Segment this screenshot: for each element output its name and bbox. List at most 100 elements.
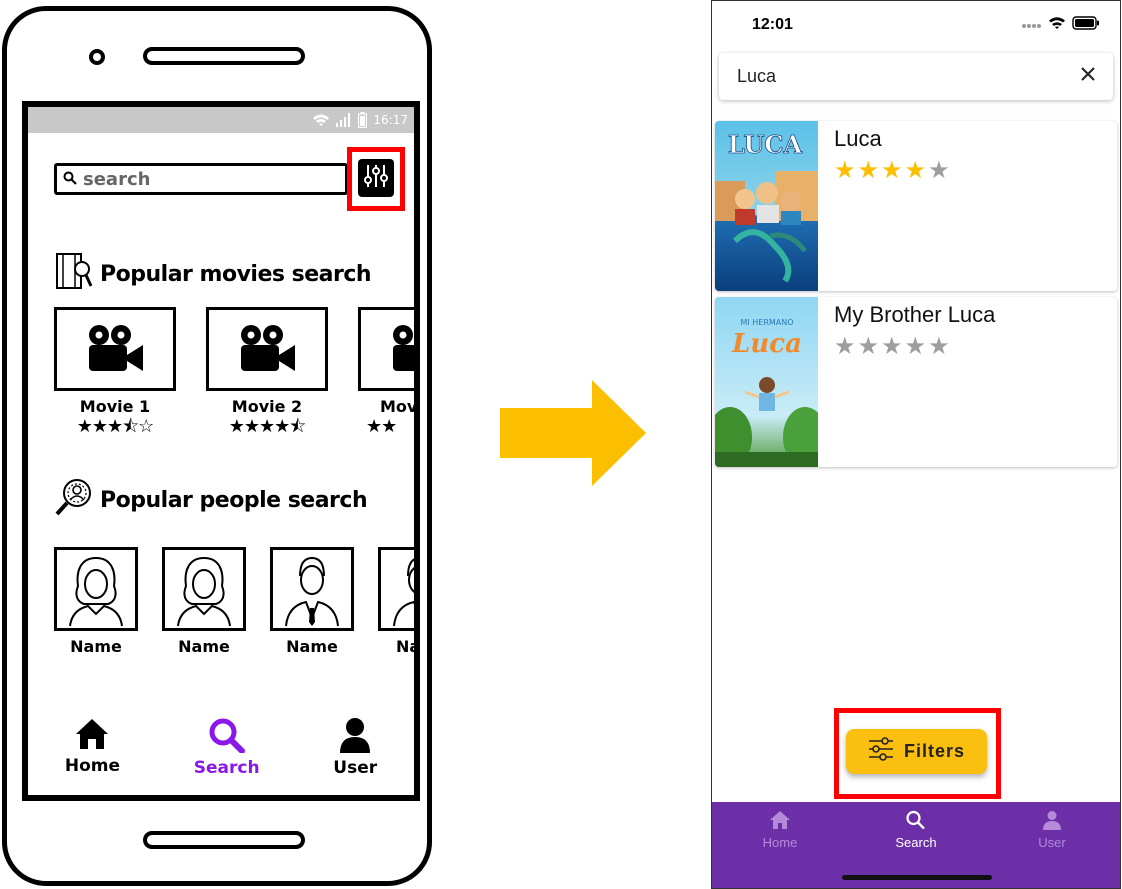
battery-icon: [358, 112, 368, 128]
wireframe-person-name: Name: [286, 637, 338, 656]
woman-avatar-icon: [162, 547, 246, 631]
wireframe-nav-search[interactable]: Search: [194, 717, 260, 778]
nav-user-label: User: [1038, 835, 1066, 850]
search-icon: [208, 717, 246, 758]
poster-luca: LUCA: [715, 121, 818, 291]
wireframe-person-name: Na: [396, 637, 420, 656]
popular-people-heading: Popular people search: [54, 477, 368, 523]
movie-camera-icon: [358, 307, 414, 391]
home-button-outline: [143, 831, 305, 849]
wireframe-movie-name: Movie 1: [79, 397, 151, 416]
wireframe-movie-rating: ★★★★⯪: [228, 416, 307, 436]
sliders-icon: [363, 163, 389, 194]
wireframe-bottom-nav: Home Search User: [28, 717, 414, 778]
wireframe-nav-user[interactable]: User: [333, 717, 377, 778]
right-arrow-icon: [498, 378, 648, 493]
app-search-bar: [719, 53, 1113, 100]
result-info: Luca ★ ★ ★ ★ ★: [818, 121, 950, 291]
star-empty-icon: ★: [881, 333, 903, 360]
wireframe-person-card[interactable]: Name: [270, 547, 354, 656]
nav-home[interactable]: Home: [735, 810, 825, 850]
result-rating: ★ ★ ★ ★ ★: [834, 159, 950, 183]
star-empty-icon: ★: [834, 333, 856, 360]
wireframe-screen: 16:17 search Popular movies search Movie…: [22, 101, 420, 801]
wireframe-movie-rating: ★★★⯪☆: [76, 416, 155, 436]
movie-camera-icon: [54, 307, 176, 391]
wireframe-person-card[interactable]: Name: [54, 547, 138, 656]
app-status-bar: 12:01: [712, 1, 1120, 49]
wireframe-search-row: search: [54, 163, 348, 195]
wireframe-nav-home-label: Home: [64, 756, 121, 776]
poster-subtitle-text: MI HERMANO: [740, 318, 793, 327]
result-card[interactable]: LUCA Luca ★ ★ ★ ★ ★: [715, 121, 1117, 291]
wireframe-person-name: Name: [178, 637, 230, 656]
star-filled-icon: ★: [857, 157, 880, 184]
search-icon: [63, 169, 77, 190]
popular-people-title: Popular people search: [100, 487, 368, 513]
search-icon: [905, 810, 927, 833]
result-card[interactable]: MI HERMANO Luca My Brother Luca ★ ★ ★ ★ …: [715, 297, 1117, 467]
wireframe-people-list: Name Name Name Na: [54, 547, 420, 656]
signal-icon: [1022, 16, 1042, 34]
user-icon: [1042, 810, 1062, 833]
star-empty-icon: ★: [928, 157, 950, 184]
popular-movies-heading: Popular movies search: [54, 251, 372, 297]
search-results: LUCA Luca ★ ★ ★ ★ ★ MI HERMANO Luca My B…: [715, 121, 1117, 473]
wireframe-person-name: Name: [70, 637, 122, 656]
film-search-icon: [54, 251, 94, 297]
wireframe-movie-card[interactable]: Movie 1 ★★★⯪☆: [54, 307, 176, 436]
popular-movies-title: Popular movies search: [100, 261, 372, 287]
wireframe-person-card[interactable]: Na: [378, 547, 420, 656]
filters-button[interactable]: Filters: [846, 729, 987, 774]
result-title: Luca: [834, 126, 882, 151]
battery-icon: [1072, 15, 1100, 35]
app-status-time: 12:01: [752, 16, 793, 33]
wireframe-movie-rating: ★★: [366, 416, 397, 436]
star-filled-icon: ★: [904, 157, 927, 184]
wireframe-person-card[interactable]: Name: [162, 547, 246, 656]
wireframe-status-bar: 16:17: [28, 107, 414, 133]
star-filled-icon: ★: [881, 157, 903, 184]
movie-camera-icon: [206, 307, 328, 391]
star-filled-icon: ★: [834, 157, 856, 184]
home-icon: [74, 717, 110, 756]
wireframe-movie-card[interactable]: Mov ★★: [358, 307, 418, 436]
result-info: My Brother Luca ★ ★ ★ ★ ★: [818, 297, 995, 467]
user-icon: [339, 717, 371, 758]
signal-icon: [336, 113, 352, 127]
star-empty-icon: ★: [928, 333, 950, 360]
speaker-grille: [143, 47, 305, 65]
wireframe-search-placeholder: search: [83, 168, 151, 190]
home-indicator: [842, 875, 992, 880]
people-search-icon: [54, 477, 94, 523]
nav-search-label: Search: [895, 835, 937, 850]
status-icons: [1022, 15, 1100, 35]
wireframe-movie-list: Movie 1 ★★★⯪☆ Movie 2 ★★★★⯪ Mov ★★: [54, 307, 418, 436]
close-icon[interactable]: [1081, 67, 1095, 86]
result-title: My Brother Luca: [834, 302, 996, 327]
wireframe-nav-user-label: User: [333, 758, 378, 778]
nav-home-label: Home: [762, 835, 798, 850]
nav-search[interactable]: Search: [871, 810, 961, 850]
woman-avatar-icon: [54, 547, 138, 631]
sliders-icon: [868, 737, 894, 766]
wireframe-movie-name: Mov: [380, 397, 418, 416]
wireframe-status-time: 16:17: [373, 113, 408, 127]
search-input[interactable]: [735, 65, 1035, 88]
man-avatar-icon: [378, 547, 414, 631]
nav-user[interactable]: User: [1007, 810, 1097, 850]
star-empty-icon: ★: [857, 333, 880, 360]
wifi-icon: [1048, 16, 1066, 34]
wireframe-filter-button[interactable]: [358, 159, 394, 197]
poster-title-text: Luca: [731, 329, 802, 359]
app-phone: 12:01 Luca LUCA Luca ★ ★ ★ ★ ★ MI HERMAN…: [711, 0, 1121, 889]
wireframe-phone: 16:17 search Popular movies search Movie…: [2, 6, 432, 886]
wireframe-search-input[interactable]: search: [54, 163, 348, 195]
wireframe-movie-card[interactable]: Movie 2 ★★★★⯪: [206, 307, 328, 436]
wireframe-nav-home[interactable]: Home: [65, 717, 120, 778]
result-rating: ★ ★ ★ ★ ★: [834, 335, 995, 359]
camera-icon: [89, 49, 105, 65]
poster-title-text: LUCA: [728, 130, 803, 159]
poster-my-brother-luca: MI HERMANO Luca: [715, 297, 827, 467]
home-icon: [769, 810, 791, 833]
